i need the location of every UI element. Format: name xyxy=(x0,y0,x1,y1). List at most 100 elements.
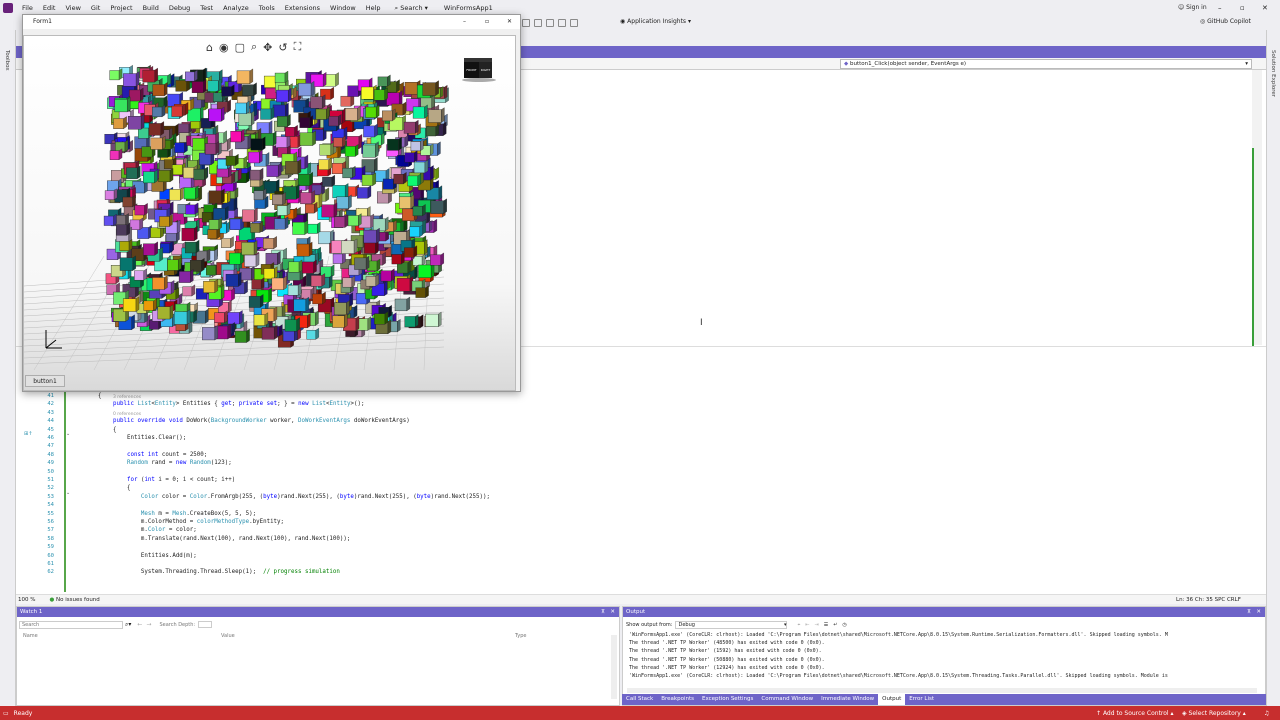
cube-side xyxy=(404,135,409,148)
word-wrap-icon[interactable]: ↵ xyxy=(833,622,837,628)
col-value[interactable]: Value xyxy=(221,633,235,639)
fullscreen-icon[interactable]: ⛶ xyxy=(294,40,302,54)
bookmark-icon[interactable] xyxy=(522,19,530,27)
code-line[interactable]: { xyxy=(113,485,131,491)
col-type[interactable]: Type xyxy=(515,633,526,639)
zoom-window-icon[interactable]: ▢ xyxy=(235,41,245,54)
cube xyxy=(134,205,145,216)
issues-indicator[interactable]: ● No issues found xyxy=(49,597,99,603)
tab-command-window[interactable]: Command Window xyxy=(757,694,817,705)
tab-exception-settings[interactable]: Exception Settings xyxy=(698,694,757,705)
code-line[interactable]: Mesh m = Mesh.CreateBox(5, 5, 5); xyxy=(113,511,256,517)
copilot-button[interactable]: ◎ GitHub Copilot xyxy=(1200,18,1251,25)
code-line[interactable]: for (int i = 0; i < count; i++) xyxy=(113,477,235,483)
cube-side xyxy=(376,258,381,272)
forward-icon[interactable]: → xyxy=(146,621,151,628)
cube-side xyxy=(125,213,129,226)
form-maximize-button[interactable]: ▫ xyxy=(485,15,489,29)
3d-viewport[interactable]: ⌂ ◉ ▢ ⌕ ✥ ↺ ⛶ FRONT RIGHT xyxy=(23,35,516,391)
minimize-button[interactable]: – xyxy=(1218,0,1222,16)
add-source-control-button[interactable]: ↑ Add to Source Control ▴ xyxy=(1096,710,1174,717)
code-line[interactable]: { xyxy=(98,393,102,399)
code-line[interactable]: Random rand = new Random(123); xyxy=(113,460,232,466)
code-line[interactable]: m.ColorMethod = colorMethodType.byEntity… xyxy=(113,519,284,525)
search-icon[interactable]: ⌕▾ xyxy=(125,621,131,629)
maximize-button[interactable]: ▫ xyxy=(1240,0,1245,16)
collapse-icon[interactable]: ⌄ xyxy=(66,431,70,437)
code-line[interactable]: m.Translate(rand.Next(100), rand.Next(10… xyxy=(113,536,350,542)
sign-in-link[interactable]: ☺ Sign in xyxy=(1178,0,1207,16)
rotate-icon[interactable]: ◉ xyxy=(219,41,229,54)
select-repository-button[interactable]: ◈ Select Repository ▴ xyxy=(1182,710,1246,717)
bookmark-prev-icon[interactable] xyxy=(534,19,542,27)
notifications-icon[interactable]: ♫ xyxy=(1264,710,1269,717)
output-hscrollbar[interactable] xyxy=(627,688,1257,693)
solution-explorer-tab[interactable]: Solution Explorer xyxy=(1270,50,1276,97)
tab-call-stack[interactable]: Call Stack xyxy=(622,694,657,705)
navigation-cube[interactable]: FRONT RIGHT xyxy=(462,58,498,82)
tab-error-list[interactable]: Error List xyxy=(905,694,938,705)
output-source-dropdown[interactable]: Debug ▾ xyxy=(675,620,788,629)
back-icon[interactable]: ← xyxy=(137,621,142,628)
bookmark-folder-icon[interactable] xyxy=(570,19,578,27)
app-insights-button[interactable]: ◉ Application Insights ▾ xyxy=(620,18,691,25)
code-line[interactable]: const int count = 2500; xyxy=(113,452,207,458)
reference-hint[interactable]: 0 references xyxy=(113,412,141,417)
code-line[interactable]: public override void DoWork(BackgroundWo… xyxy=(113,418,410,424)
timestamp-icon[interactable]: ◷ xyxy=(842,622,846,628)
pan-icon[interactable]: ✥ xyxy=(263,41,272,54)
button1[interactable]: button1 xyxy=(25,375,65,387)
cube-side xyxy=(309,115,313,128)
cube-side xyxy=(342,135,346,148)
code-line[interactable]: m.Color = color; xyxy=(113,527,197,533)
reference-hint[interactable]: 3 references xyxy=(113,395,141,400)
find-icon[interactable]: ⌖ xyxy=(797,622,800,628)
nav-cube-front[interactable]: FRONT xyxy=(464,62,479,78)
bookmark-next-icon[interactable] xyxy=(546,19,554,27)
next-message-icon[interactable]: ⇥ xyxy=(815,622,819,628)
collapse-icon-2[interactable]: ⌄ xyxy=(66,490,70,496)
tab-output[interactable]: Output xyxy=(878,694,906,705)
cube xyxy=(331,163,343,174)
pin-icon[interactable]: ⊼ xyxy=(1247,607,1251,617)
panel-close-icon[interactable]: ✕ xyxy=(610,607,615,617)
cube-side xyxy=(180,187,184,201)
home-icon[interactable]: ⌂ xyxy=(206,41,213,54)
cube-side xyxy=(402,101,407,116)
watch-search-input[interactable]: Search xyxy=(19,620,123,629)
cube xyxy=(158,170,171,183)
undo-view-icon[interactable]: ↺ xyxy=(278,41,287,54)
search-depth-dropdown[interactable] xyxy=(198,621,213,628)
pin-icon[interactable]: ⊼ xyxy=(601,607,605,617)
code-line[interactable]: Color color = Color.FromArgb(255, (byte)… xyxy=(113,494,490,500)
code-line[interactable]: Entities.Add(m); xyxy=(113,553,197,559)
code-line[interactable]: { xyxy=(113,427,117,433)
watch-scrollbar[interactable] xyxy=(611,635,617,699)
form-close-button[interactable]: ✕ xyxy=(507,15,512,29)
zoom-icon[interactable]: ⌕ xyxy=(251,40,257,54)
method-dropdown[interactable]: ◆ button1_Click(object sender, EventArgs… xyxy=(840,59,1252,69)
cube xyxy=(150,137,163,150)
cube xyxy=(354,257,367,270)
zoom-level[interactable]: 100 % xyxy=(18,597,35,603)
nav-cube-ring[interactable] xyxy=(462,78,496,82)
form-minimize-button[interactable]: – xyxy=(463,15,466,29)
panel-close-icon[interactable]: ✕ xyxy=(1256,607,1261,617)
cube-side xyxy=(344,313,348,328)
cube xyxy=(265,87,277,99)
code-line[interactable]: System.Threading.Thread.Sleep(1); // pro… xyxy=(113,569,340,575)
nav-cube-right[interactable]: RIGHT xyxy=(479,62,492,78)
code-line[interactable]: Entities.Clear(); xyxy=(113,435,186,441)
code-line[interactable]: public List<Entity> Entities { get; priv… xyxy=(113,401,364,407)
prev-message-icon[interactable]: ⇤ xyxy=(805,622,809,628)
cube-side xyxy=(307,162,311,175)
clear-all-icon[interactable]: ☰ xyxy=(824,622,828,628)
nav-cube-top[interactable] xyxy=(464,58,492,62)
cube-side xyxy=(298,259,303,273)
bookmark-clear-icon[interactable] xyxy=(558,19,566,27)
tab-breakpoints[interactable]: Breakpoints xyxy=(657,694,698,705)
col-name[interactable]: Name xyxy=(23,633,38,639)
tab-immediate-window[interactable]: Immediate Window xyxy=(817,694,878,705)
toolbox-tab[interactable]: Toolbox xyxy=(4,50,10,71)
close-button[interactable]: ✕ xyxy=(1262,0,1268,16)
